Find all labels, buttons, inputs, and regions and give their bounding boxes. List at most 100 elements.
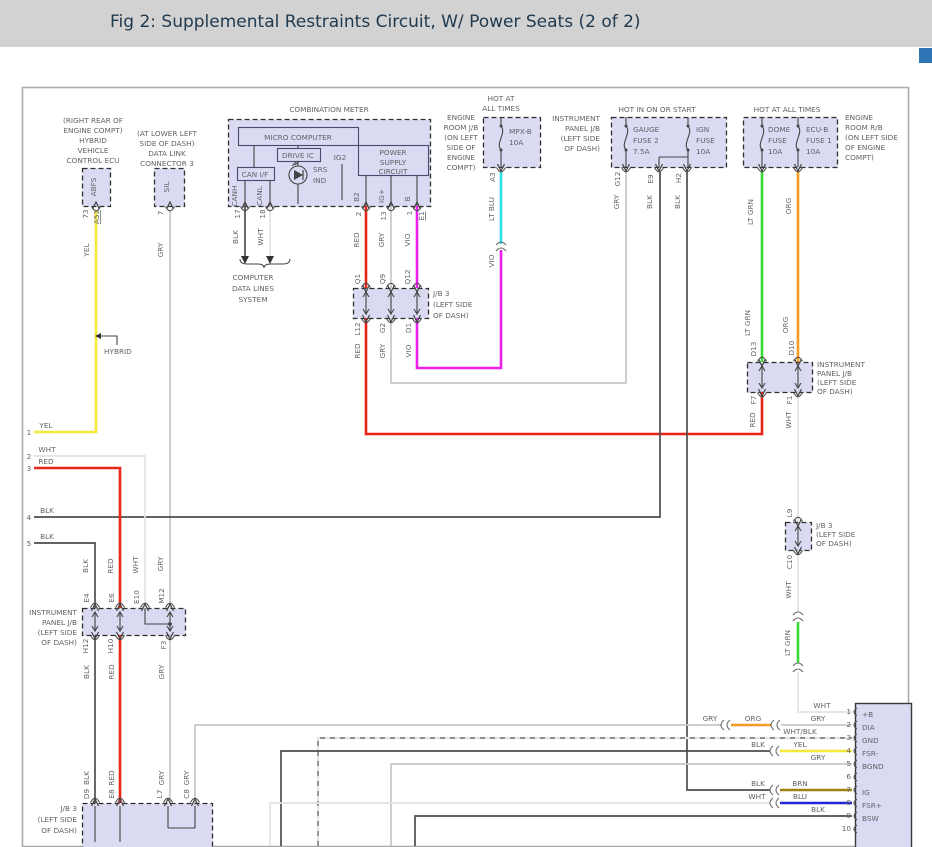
- diagram-label: 5: [27, 539, 32, 548]
- connector-pin-label: BGND: [862, 762, 884, 771]
- diagram-label: G12: [613, 172, 622, 187]
- diagram-label: OF ENGINE: [845, 143, 886, 152]
- diagram-label: OF DASH): [816, 539, 852, 548]
- diagram-label: 3: [27, 464, 32, 473]
- diagram-label: 10A: [768, 147, 782, 156]
- wire-blk-fsr-minus: [281, 751, 770, 846]
- diagram-label: RED: [748, 412, 757, 428]
- diagram-label: COMPT): [845, 153, 874, 162]
- diagram-label: HYBRID: [104, 347, 132, 356]
- diagram-label: GRY: [157, 770, 166, 785]
- data-lines-brace: [240, 259, 290, 268]
- diagram-label: J/B 3: [59, 804, 77, 813]
- diagram-label: (LEFT SIDE: [816, 530, 856, 539]
- diagram-label: GRY: [377, 232, 386, 247]
- connector-pin-number: 10: [842, 824, 852, 833]
- diagram-label: WHT: [131, 556, 140, 574]
- fuse-terminal: [797, 125, 800, 128]
- inline-connector-icon: [793, 618, 803, 621]
- diagram-label: 2: [354, 212, 363, 217]
- diagram-label: DOME: [768, 125, 791, 134]
- diagram-label: OF DASH): [41, 826, 77, 835]
- connector-pin-number: 3: [846, 733, 851, 742]
- diagram-label: LT BLU: [487, 197, 496, 221]
- diagram-label: F3: [159, 640, 168, 649]
- diagram-label: 7: [156, 210, 165, 215]
- wire-blk-e9: [34, 172, 660, 517]
- diagram-label: BRN: [792, 779, 808, 788]
- wire-red-main: [366, 318, 762, 434]
- diagram-label: YEL: [38, 421, 53, 430]
- connector-pin-label: FSR+: [862, 801, 882, 810]
- diagram-label: COMPUTER: [232, 273, 273, 282]
- diagram-label: CANH: [230, 185, 239, 206]
- inline-connector-icon: [770, 798, 773, 808]
- diagram-label: PANEL J/B: [817, 369, 852, 378]
- diagram-label: OF DASH): [817, 387, 853, 396]
- diagram-label: MPX-B: [509, 127, 532, 136]
- diagram-label: RED: [107, 770, 116, 786]
- diagram-label: BLK: [40, 506, 54, 515]
- diagram-label: 1: [405, 211, 414, 216]
- diagram-label: BLK: [751, 740, 765, 749]
- diagram-label: CAN I/F: [242, 170, 269, 179]
- diagram-label: D13: [749, 341, 758, 356]
- diagram-label: F7: [749, 395, 758, 404]
- diagram-label: ROOM R/B: [845, 123, 883, 132]
- diagram-label: GRY: [811, 753, 826, 762]
- diagram-label: SRS: [313, 165, 328, 174]
- diagram-label: WHT: [784, 411, 793, 429]
- diagram-label: Q9: [378, 273, 387, 284]
- diagram-label: FUSE 2: [633, 136, 659, 145]
- diagram-label: ENGINE COMPT): [63, 126, 122, 135]
- diagram-label: OF DASH): [41, 638, 77, 647]
- diagram-label: 2: [27, 452, 32, 461]
- diagram-label: B2: [352, 192, 361, 202]
- diagram-label: (AT LOWER LEFT: [137, 129, 198, 138]
- diagram-label: RED: [353, 343, 362, 359]
- diagram-label: (ON LEFT: [444, 133, 478, 142]
- diagram-label: INSTRUMENT: [817, 360, 865, 369]
- diagram-label: 10A: [696, 147, 710, 156]
- connector-pin-label: IG: [862, 788, 870, 797]
- connector-pin-number: 4: [846, 746, 851, 755]
- internal-line: [101, 336, 117, 345]
- diagram-label: DATA LINK: [148, 149, 186, 158]
- diagram-label: DATA LINES: [232, 284, 274, 293]
- diagram-label: (LEFT SIDE: [817, 378, 857, 387]
- diagram-label: CONTROL ECU: [67, 156, 120, 165]
- diagram-label: RED: [352, 232, 361, 248]
- diagram-label: (ON LEFT SIDE: [845, 133, 898, 142]
- diagram-label: GRY: [182, 770, 191, 785]
- diagram-label: CONNECTOR 3: [140, 159, 194, 168]
- junction-dot: [168, 622, 172, 626]
- diagram-label: IGN: [696, 125, 709, 134]
- diagram-label: SUPPLY: [380, 158, 407, 167]
- diagram-label: Q12: [403, 269, 412, 284]
- diagram-label: GRY: [156, 242, 165, 257]
- diagram-label: YEL: [792, 740, 807, 749]
- diagram-label: HOT AT: [488, 94, 515, 103]
- diagram-label: WHT/BLK: [783, 727, 817, 736]
- diagram-label: SIDE OF: [446, 143, 475, 152]
- diagram-label: LT GRN: [783, 630, 792, 656]
- diagram-label: BLK: [751, 779, 765, 788]
- connector-pin-number: 1: [846, 707, 851, 716]
- connector-pin-label: FSR-: [862, 749, 878, 758]
- diagram-label: ENGINE: [447, 113, 475, 122]
- connector-pin-label: BSW: [862, 814, 879, 823]
- diagram-label: BLK: [40, 532, 54, 541]
- fuse-terminal: [625, 125, 628, 128]
- diagram-label: CANL: [255, 185, 264, 206]
- diagram-label: J/B 3: [815, 521, 833, 530]
- connector-pin-number: 9: [846, 811, 851, 820]
- inline-connector-icon: [793, 663, 803, 666]
- diagram-label: VIO: [487, 254, 496, 267]
- diagram-label: PANEL J/B: [565, 124, 600, 133]
- inline-connector-icon: [721, 720, 724, 730]
- diagram-label: ENGINE: [845, 113, 873, 122]
- wiring-diagram: 1+B2DIA3GND4FSR-5BGND67IG8FSR+9BSW10(RIG…: [0, 0, 932, 847]
- diagram-label: OF DASH): [564, 144, 600, 153]
- inline-connector-icon: [771, 720, 774, 730]
- diagram-label: GRY: [811, 714, 826, 723]
